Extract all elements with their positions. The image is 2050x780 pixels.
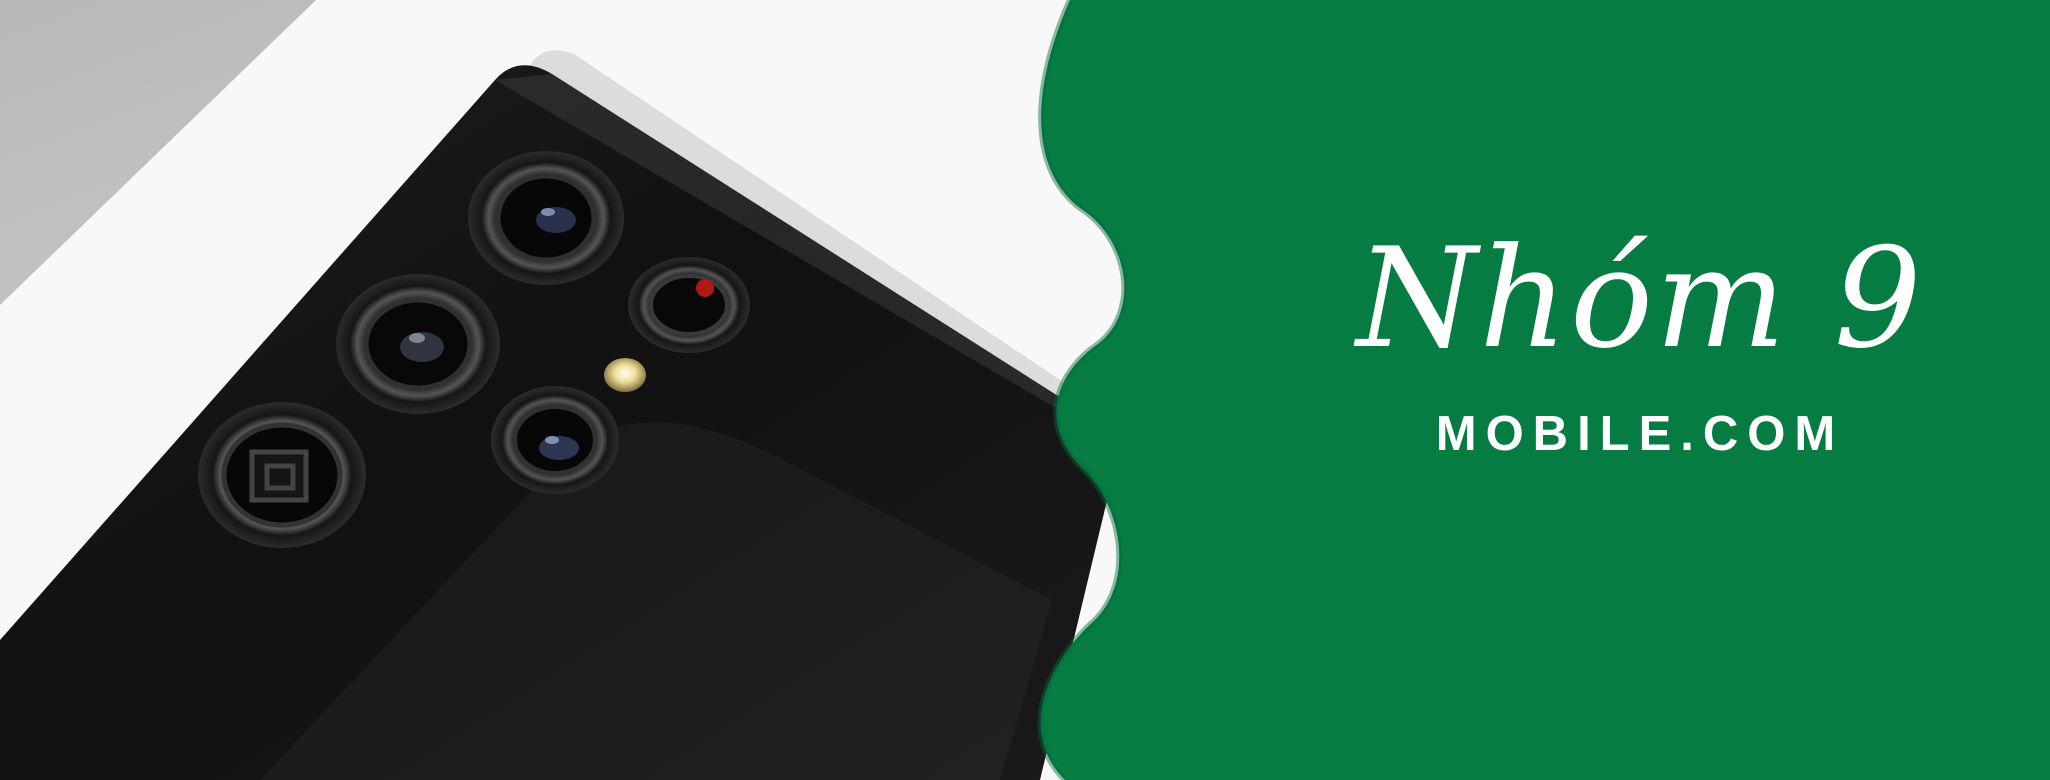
brand-banner: Nhóm 9 MOBILE.COM (0, 0, 2050, 780)
brand-name: Nhóm 9 (1356, 218, 1924, 379)
brand-domain: MOBILE.COM (1435, 407, 1845, 461)
flash-icon (604, 358, 646, 392)
brand-logo-text: Nhóm 9 MOBILE.COM (1280, 230, 2000, 459)
